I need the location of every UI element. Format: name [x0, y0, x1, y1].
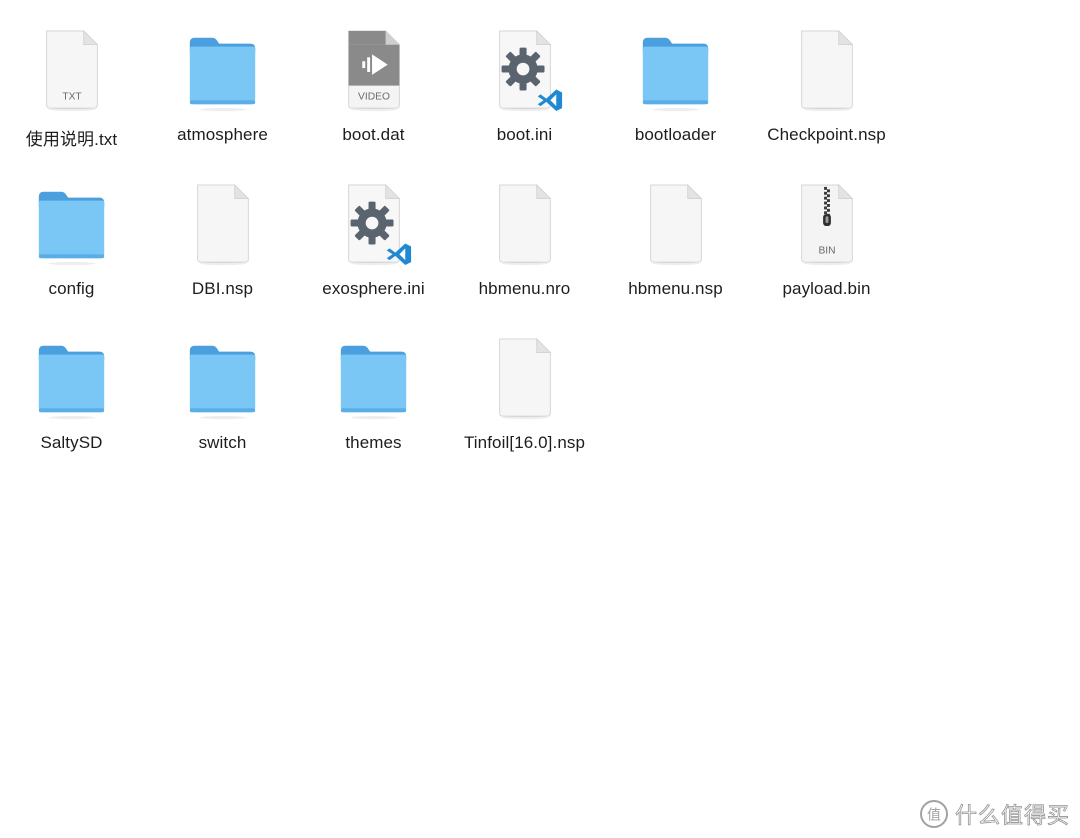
document-icon[interactable]	[786, 26, 868, 116]
file-name-label: boot.dat	[342, 125, 405, 144]
file-name-label: DBI.nsp	[191, 279, 254, 298]
file-name-label: config	[48, 279, 95, 298]
file-type-badge: BIN	[818, 245, 835, 256]
archive-bin-file-icon[interactable]: BIN	[786, 180, 868, 270]
watermark-text: 什么值得买	[954, 804, 1070, 830]
file-item[interactable]: Checkpoint.nsp	[751, 26, 902, 180]
file-item[interactable]: hbmenu.nro	[449, 180, 600, 334]
file-item[interactable]: boot.ini	[449, 26, 600, 180]
document-icon[interactable]	[635, 180, 717, 270]
file-name-label: Tinfoil[16.0].nsp	[463, 433, 586, 452]
file-name-label: SaltySD	[40, 433, 103, 452]
svg-text:值: 值	[927, 808, 941, 824]
folder-icon[interactable]	[182, 334, 264, 424]
file-name-label: boot.ini	[496, 125, 553, 144]
file-type-badge: VIDEO	[358, 91, 390, 102]
file-name-label: Checkpoint.nsp	[767, 125, 886, 144]
watermark-logo-icon: 值	[919, 800, 948, 828]
document-icon[interactable]	[484, 334, 566, 424]
folder-item[interactable]: atmosphere	[147, 26, 298, 180]
file-name-label: atmosphere	[177, 125, 268, 144]
folder-icon[interactable]	[182, 26, 264, 116]
folder-icon[interactable]	[635, 26, 717, 116]
folder-icon[interactable]	[31, 180, 113, 270]
file-grid: TXT 使用说明.txt atmosphere VIDEO boot.dat boot.i…	[0, 26, 902, 488]
file-name-label: switch	[198, 433, 247, 452]
file-type-badge: TXT	[62, 91, 82, 102]
file-name-label: hbmenu.nro	[478, 279, 571, 298]
ini-settings-file-icon[interactable]	[333, 180, 415, 270]
file-name-label: payload.bin	[782, 279, 871, 298]
watermark: 值 什么值得买	[919, 798, 1070, 830]
ini-settings-file-icon[interactable]	[484, 26, 566, 116]
file-name-label: hbmenu.nsp	[628, 279, 723, 298]
file-item[interactable]: DBI.nsp	[147, 180, 298, 334]
folder-item[interactable]: switch	[147, 334, 298, 488]
file-item[interactable]: Tinfoil[16.0].nsp	[449, 334, 600, 488]
video-file-icon[interactable]: VIDEO	[333, 26, 415, 116]
folder-item[interactable]: config	[0, 180, 147, 334]
folder-item[interactable]: bootloader	[600, 26, 751, 180]
file-item[interactable]: VIDEO boot.dat	[298, 26, 449, 180]
file-item[interactable]: exosphere.ini	[298, 180, 449, 334]
file-item[interactable]: TXT 使用说明.txt	[0, 26, 147, 180]
file-name-label: exosphere.ini	[322, 279, 425, 298]
folder-item[interactable]: SaltySD	[0, 334, 147, 488]
document-icon[interactable]	[484, 180, 566, 270]
folder-icon[interactable]	[333, 334, 415, 424]
file-item[interactable]: hbmenu.nsp	[600, 180, 751, 334]
file-item[interactable]: BIN payload.bin	[751, 180, 902, 334]
file-name-label: bootloader	[634, 125, 717, 144]
folder-icon[interactable]	[31, 334, 113, 424]
finder-icon-view: TXT 使用说明.txt atmosphere VIDEO boot.dat boot.i…	[0, 0, 1080, 838]
file-name-label: themes	[345, 433, 402, 452]
file-name-label: 使用说明.txt	[25, 130, 118, 149]
folder-item[interactable]: themes	[298, 334, 449, 488]
document-icon[interactable]	[182, 180, 264, 270]
document-icon[interactable]: TXT	[31, 26, 113, 116]
